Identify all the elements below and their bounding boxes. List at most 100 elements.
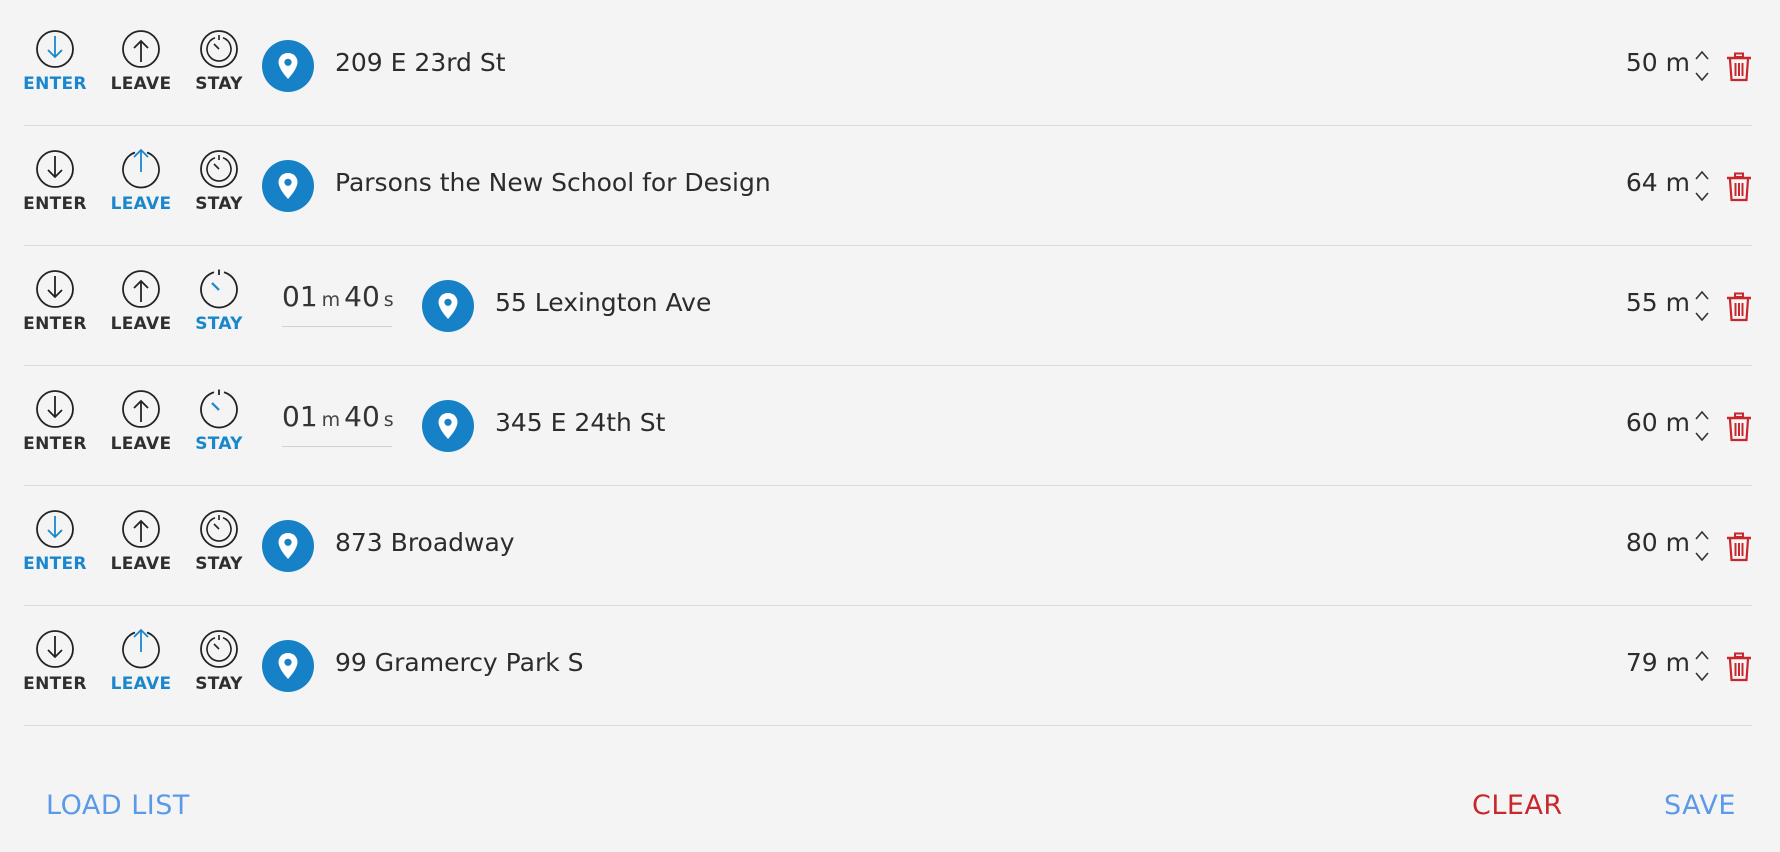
map-pin-glyph <box>278 653 298 679</box>
radius-value: 80 m <box>1625 528 1690 557</box>
enter-trigger-toggle[interactable]: ENTER <box>20 388 90 454</box>
location-pin-button[interactable] <box>422 400 474 452</box>
delete-button[interactable] <box>1726 652 1752 682</box>
leave-icon <box>122 628 160 669</box>
radius-stepper[interactable] <box>1692 406 1712 446</box>
trash-icon <box>1727 652 1751 682</box>
trash-icon <box>1727 292 1751 322</box>
stay-trigger-toggle[interactable]: STAY <box>184 28 254 94</box>
leave-icon <box>122 148 160 189</box>
leave-trigger-toggle[interactable]: LEAVE <box>106 148 176 214</box>
stay-trigger-toggle[interactable]: STAY <box>184 148 254 214</box>
radius-stepper[interactable] <box>1692 166 1712 206</box>
stay-trigger-toggle[interactable]: STAY <box>184 388 254 454</box>
location-pin-button[interactable] <box>262 520 314 572</box>
radius-stepper[interactable] <box>1692 46 1712 86</box>
clear-button[interactable]: CLEAR <box>1472 790 1563 821</box>
radius-stepper[interactable] <box>1692 286 1712 326</box>
stay-timer-icon <box>200 30 238 68</box>
minutes-value: 01 <box>282 280 318 313</box>
seconds-value: 40 <box>344 280 380 313</box>
stay-label: STAY <box>195 554 243 574</box>
enter-trigger-toggle[interactable]: ENTER <box>20 268 90 334</box>
stay-trigger-toggle[interactable]: STAY <box>184 508 254 574</box>
geofence-row: ENTER LEAVE STAY 209 E 23rd St 50 m <box>23 6 1752 126</box>
stay-label: STAY <box>195 74 243 94</box>
radius-stepper-icon <box>1695 50 1709 82</box>
map-pin-glyph <box>438 293 458 319</box>
leave-trigger-toggle[interactable]: LEAVE <box>106 388 176 454</box>
enter-icon <box>36 630 74 668</box>
map-pin-glyph <box>278 53 298 79</box>
trash-icon <box>1727 412 1751 442</box>
minutes-unit: m <box>321 289 341 311</box>
radius-stepper-icon <box>1695 530 1709 562</box>
stay-label: STAY <box>195 194 243 214</box>
stay-timer-icon <box>200 150 238 188</box>
leave-trigger-toggle[interactable]: LEAVE <box>106 508 176 574</box>
stay-duration-input[interactable]: 01 m 40 s <box>282 280 394 327</box>
delete-button[interactable] <box>1726 172 1752 202</box>
save-button[interactable]: SAVE <box>1664 790 1736 821</box>
leave-label: LEAVE <box>110 554 172 574</box>
stay-label: STAY <box>195 674 243 694</box>
geofence-row: ENTER LEAVE STAY Parsons the New School for… <box>23 126 1752 246</box>
location-pin-button[interactable] <box>262 160 314 212</box>
leave-trigger-toggle[interactable]: LEAVE <box>106 628 176 694</box>
load-list-button[interactable]: LOAD LIST <box>46 790 190 821</box>
delete-button[interactable] <box>1726 532 1752 562</box>
leave-label: LEAVE <box>110 434 172 454</box>
leave-label: LEAVE <box>110 314 172 334</box>
enter-trigger-toggle[interactable]: ENTER <box>20 28 90 94</box>
leave-trigger-toggle[interactable]: LEAVE <box>106 268 176 334</box>
enter-label: ENTER <box>23 74 87 94</box>
enter-trigger-toggle[interactable]: ENTER <box>20 148 90 214</box>
enter-label: ENTER <box>23 674 87 694</box>
enter-label: ENTER <box>23 194 87 214</box>
enter-icon <box>36 30 74 68</box>
enter-label: ENTER <box>23 434 87 454</box>
stay-trigger-toggle[interactable]: STAY <box>184 268 254 334</box>
radius-stepper-icon <box>1695 170 1709 202</box>
stay-label: STAY <box>195 434 243 454</box>
delete-button[interactable] <box>1726 292 1752 322</box>
radius-stepper[interactable] <box>1692 526 1712 566</box>
leave-trigger-toggle[interactable]: LEAVE <box>106 28 176 94</box>
leave-label: LEAVE <box>110 194 172 214</box>
geofence-row: ENTER LEAVE STAY 01 m 40 s 55 Lexington Ave 55 m <box>23 246 1752 366</box>
radius-value: 79 m <box>1625 648 1690 677</box>
location-address: 345 E 24th St <box>495 408 666 437</box>
enter-icon <box>36 150 74 188</box>
enter-label: ENTER <box>23 554 87 574</box>
delete-button[interactable] <box>1726 412 1752 442</box>
stay-timer-icon <box>200 389 238 429</box>
stay-timer-icon <box>200 630 238 668</box>
geofence-row: ENTER LEAVE STAY 01 m 40 s 345 E 24th St 60 m <box>23 366 1752 486</box>
leave-icon <box>122 30 160 68</box>
location-pin-button[interactable] <box>262 40 314 92</box>
enter-trigger-toggle[interactable]: ENTER <box>20 508 90 574</box>
location-address: 209 E 23rd St <box>335 48 506 77</box>
stay-timer-icon <box>200 269 238 309</box>
leave-label: LEAVE <box>110 74 172 94</box>
seconds-unit: s <box>383 289 394 311</box>
radius-value: 60 m <box>1625 408 1690 437</box>
leave-label: LEAVE <box>110 674 172 694</box>
radius-value: 50 m <box>1625 48 1690 77</box>
delete-button[interactable] <box>1726 52 1752 82</box>
leave-icon <box>122 390 160 428</box>
minutes-value: 01 <box>282 400 318 433</box>
location-pin-button[interactable] <box>262 640 314 692</box>
radius-value: 55 m <box>1625 288 1690 317</box>
enter-trigger-toggle[interactable]: ENTER <box>20 628 90 694</box>
leave-icon <box>122 270 160 308</box>
stay-duration-input[interactable]: 01 m 40 s <box>282 400 394 447</box>
radius-stepper-icon <box>1695 650 1709 682</box>
radius-stepper[interactable] <box>1692 646 1712 686</box>
radius-stepper-icon <box>1695 290 1709 322</box>
location-address: 873 Broadway <box>335 528 515 557</box>
stay-trigger-toggle[interactable]: STAY <box>184 628 254 694</box>
location-pin-button[interactable] <box>422 280 474 332</box>
stay-timer-icon <box>200 510 238 548</box>
radius-value: 64 m <box>1625 168 1690 197</box>
